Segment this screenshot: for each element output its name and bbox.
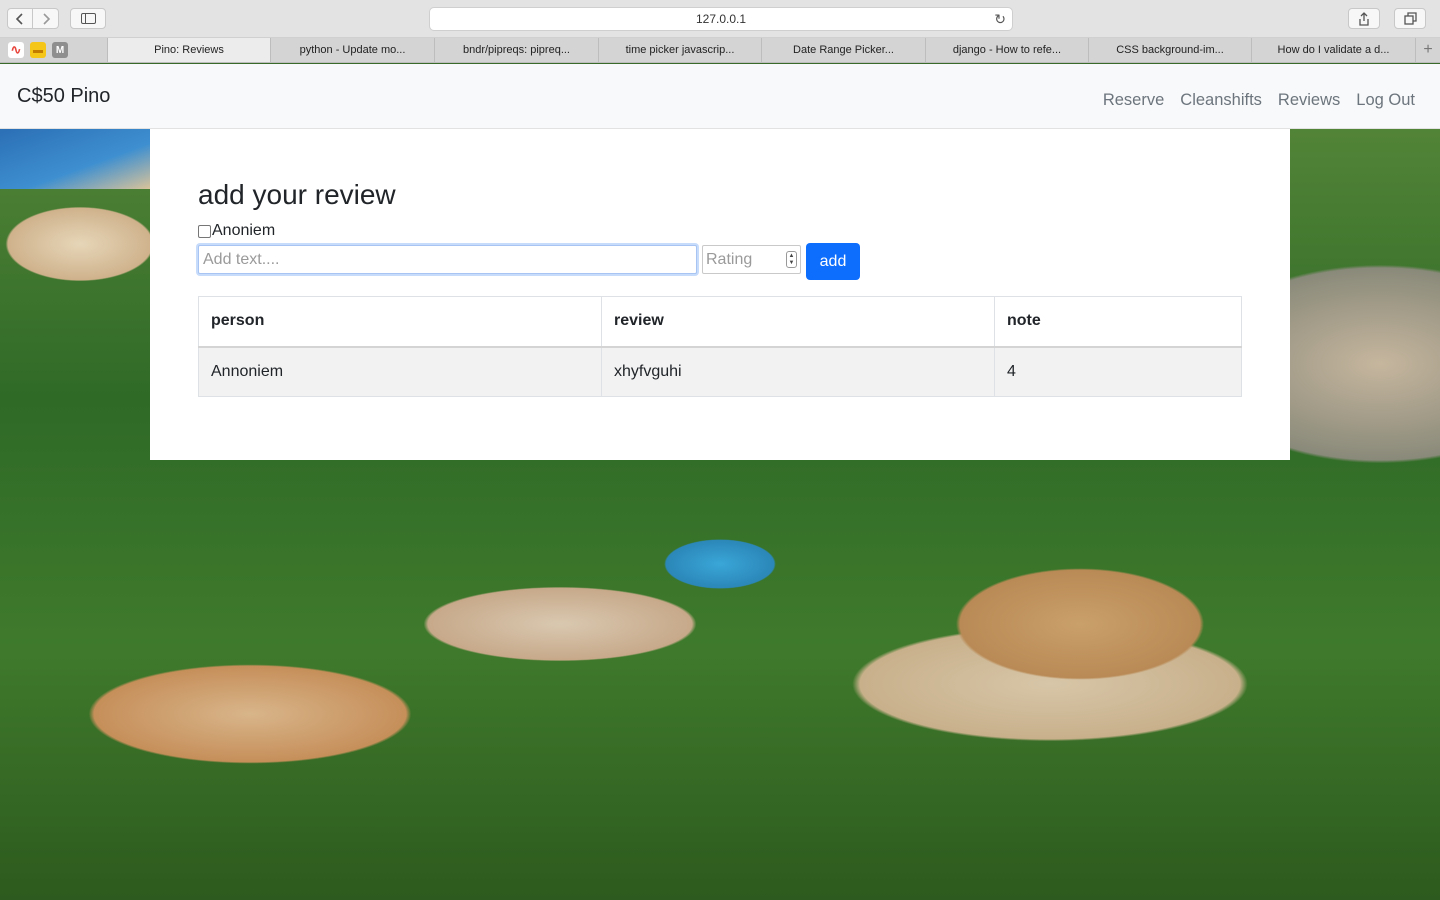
rating-input[interactable]: Rating ▲ ▼ [702, 245, 801, 274]
address-url: 127.0.0.1 [695, 12, 747, 26]
cell-review: xhyfvguhi [601, 346, 995, 397]
table-header-row: person review note [198, 296, 1242, 348]
nav-link-reviews[interactable]: Reviews [1278, 91, 1340, 110]
column-header-person: person [198, 296, 602, 348]
anon-label: Anoniem [212, 222, 276, 239]
nav-links: Reserve Cleanshifts Reviews Log Out [1103, 91, 1415, 110]
tab-python-update[interactable]: python - Update mo... [271, 38, 435, 62]
forward-icon[interactable] [33, 8, 59, 29]
page-title: add your review [198, 179, 396, 210]
reload-icon[interactable]: ↻ [994, 11, 1006, 28]
back-icon[interactable] [7, 8, 33, 29]
page-viewport: C$50 Pino Reserve Cleanshifts Reviews Lo… [0, 64, 1440, 900]
review-card: add your review Anoniem Add text.... Rat… [150, 129, 1290, 460]
browser-actions [1348, 8, 1426, 29]
table-row: Annoniem xhyfvguhi 4 [198, 346, 1242, 397]
tab-django[interactable]: django - How to refe... [926, 38, 1089, 62]
review-text-input[interactable]: Add text.... [198, 245, 697, 274]
tab-pino-reviews[interactable]: Pino: Reviews [108, 38, 271, 62]
sidebar-toggle-button[interactable] [70, 8, 106, 29]
tab-validate[interactable]: How do I validate a d... [1252, 38, 1416, 62]
rating-placeholder: Rating [706, 251, 753, 268]
site-navbar: C$50 Pino Reserve Cleanshifts Reviews Lo… [0, 64, 1440, 129]
background-sea [0, 129, 150, 189]
rainbow-icon[interactable]: ∿ [8, 42, 24, 58]
nav-link-cleanshifts[interactable]: Cleanshifts [1180, 91, 1262, 110]
cell-note: 4 [994, 346, 1242, 397]
tab-time-picker[interactable]: time picker javascrip... [599, 38, 762, 62]
anon-checkbox[interactable] [198, 224, 211, 238]
sidebar-icon [80, 13, 96, 24]
tab-css-background[interactable]: CSS background-im... [1089, 38, 1252, 62]
browser-toolbar: 127.0.0.1 ↻ [0, 0, 1440, 38]
address-bar[interactable]: 127.0.0.1 ↻ [429, 7, 1013, 31]
tab-pipreqs[interactable]: bndr/pipreqs: pipreq... [435, 38, 599, 62]
new-tab-icon[interactable]: + [1416, 38, 1440, 62]
nav-link-logout[interactable]: Log Out [1356, 91, 1415, 110]
m-icon[interactable]: M [52, 42, 68, 58]
column-header-review: review [601, 296, 995, 348]
share-icon[interactable] [1348, 8, 1380, 29]
cell-person: Annoniem [198, 346, 602, 397]
anon-option[interactable]: Anoniem [198, 222, 275, 240]
tab-strip: ∿ ▬ M Pino: Reviews python - Update mo..… [0, 38, 1440, 63]
reviews-table: person review note Annoniem xhyfvguhi 4 [198, 296, 1242, 397]
brand-link[interactable]: C$50 Pino [17, 85, 110, 108]
nav-link-reserve[interactable]: Reserve [1103, 91, 1164, 110]
add-review-button[interactable]: add [806, 243, 860, 280]
rating-stepper-icon[interactable]: ▲ ▼ [786, 251, 797, 268]
tabs-overview-icon[interactable] [1394, 8, 1426, 29]
yellow-bookmark-icon[interactable]: ▬ [30, 42, 46, 58]
favorites-bar: ∿ ▬ M [0, 38, 108, 62]
tab-date-range-picker[interactable]: Date Range Picker... [762, 38, 926, 62]
history-nav [7, 8, 59, 29]
column-header-note: note [994, 296, 1242, 348]
